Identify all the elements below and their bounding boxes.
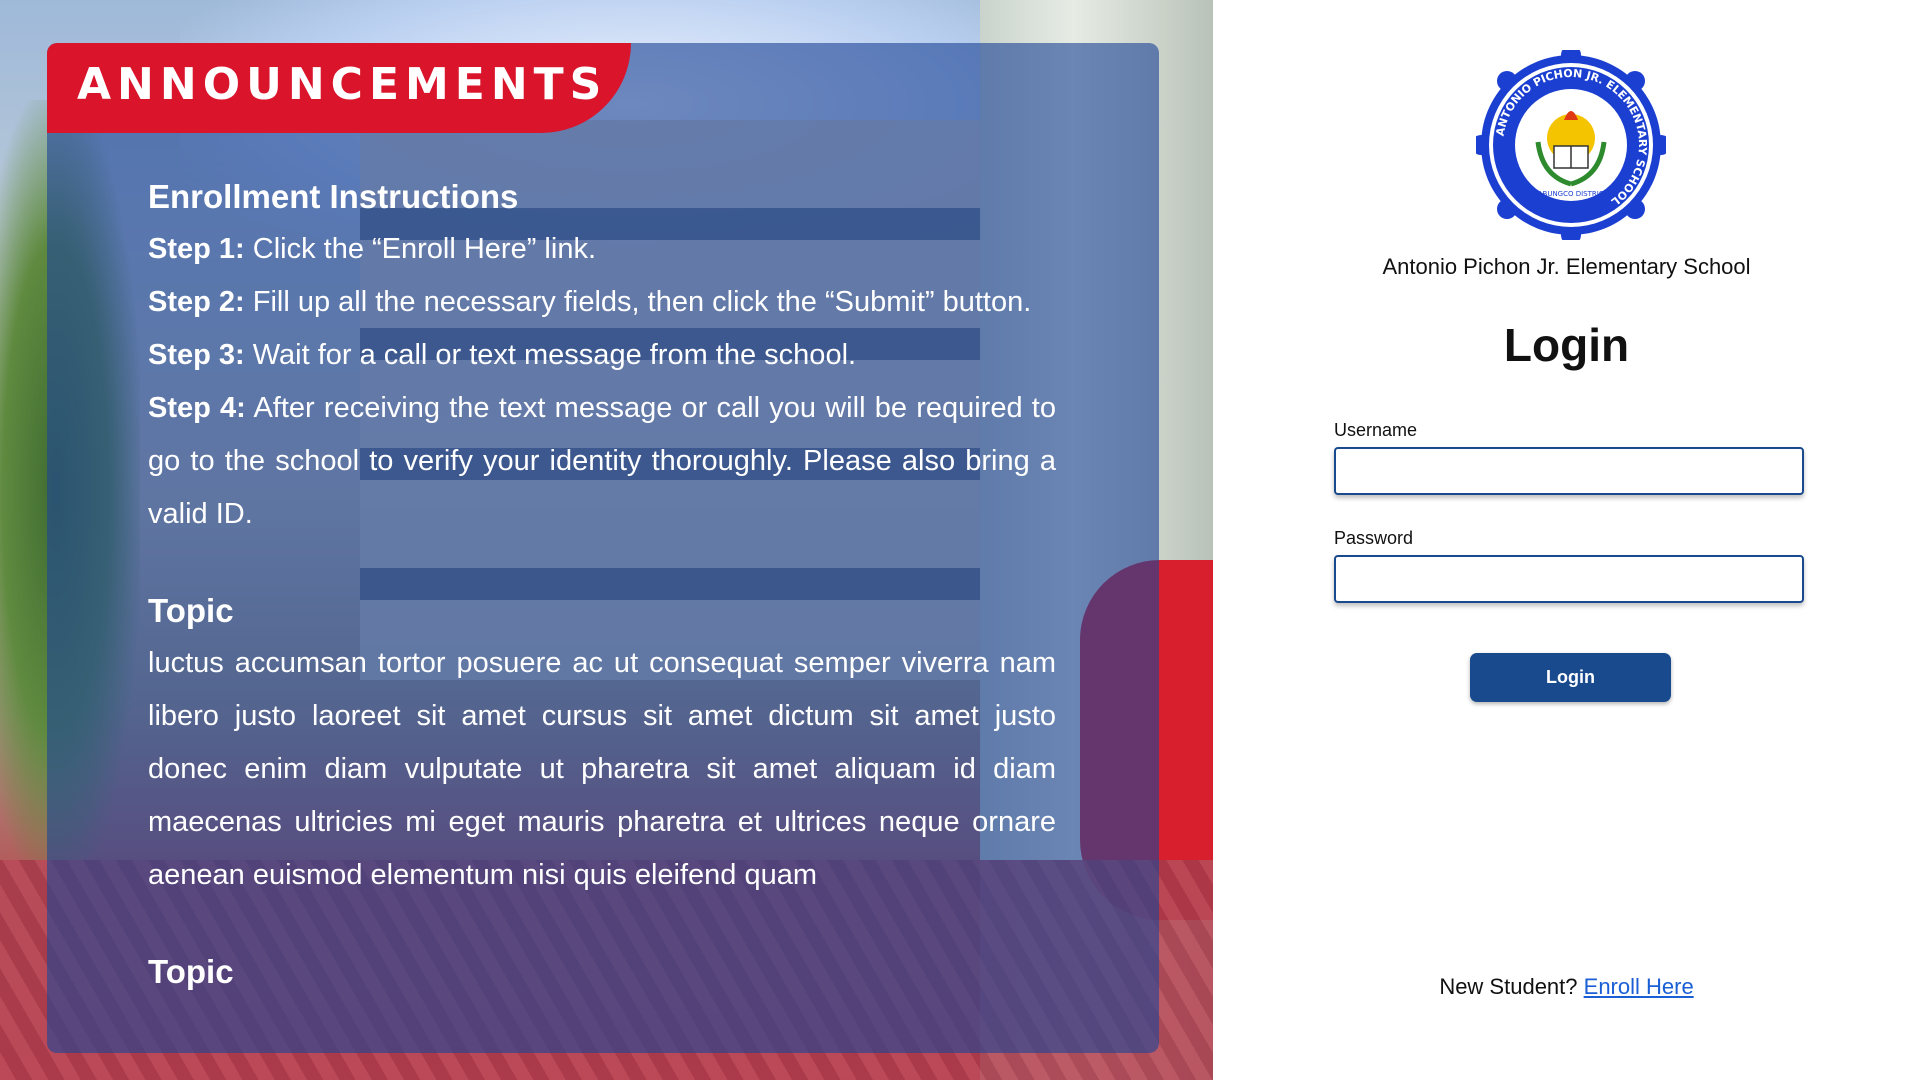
username-input[interactable] [1334, 447, 1804, 495]
password-label: Password [1334, 528, 1414, 548]
step-label: Step 2: [148, 286, 245, 318]
step-label: Step 1: [148, 233, 245, 265]
login-button[interactable]: Login [1470, 653, 1671, 702]
enrollment-step-4: Step 4: After receiving the text message… [148, 382, 1056, 541]
step-text: Click the “Enroll Here” link. [244, 233, 597, 265]
password-input[interactable] [1334, 555, 1804, 603]
enrollment-step-2: Step 2: Fill up all the necessary fields… [148, 276, 1056, 329]
step-text: Fill up all the necessary fields, then c… [244, 286, 1032, 318]
enroll-prompt-line: New Student? Enroll Here [1213, 974, 1920, 1000]
school-seal-icon: ANTONIO PICHON JR. ELEMENTARY SCHOOL TAB… [1471, 45, 1671, 245]
step-text: After receiving the text message or call… [148, 392, 1056, 530]
username-label: Username [1334, 420, 1418, 440]
enrollment-step-1: Step 1: Click the “Enroll Here” link. [148, 223, 1056, 276]
topic-body: luctus accumsan tortor posuere ac ut con… [148, 647, 1056, 891]
step-text: Wait for a call or text message from the… [244, 339, 857, 371]
announcements-title: ANNOUNCEMENTS [77, 59, 608, 110]
announcements-panel: ANNOUNCEMENTS Enrollment Instructions St… [47, 43, 1159, 1053]
enrollment-step-3: Step 3: Wait for a call or text message … [148, 329, 1056, 382]
enrollment-heading: Enrollment Instructions [148, 178, 519, 215]
step-label: Step 4: [148, 392, 246, 424]
announcements-body: Enrollment Instructions Step 1: Click th… [148, 171, 1056, 998]
login-title: Login [1503, 319, 1630, 371]
login-panel: ANTONIO PICHON JR. ELEMENTARY SCHOOL TAB… [1213, 0, 1920, 1080]
seal-district: TABUNGCO DISTRICT [1533, 190, 1609, 198]
school-name: Antonio Pichon Jr. Elementary School [1382, 254, 1751, 279]
announcements-banner: ANNOUNCEMENTS [47, 43, 631, 133]
enroll-prompt: New Student? [1439, 974, 1578, 999]
topic-heading: Topic [148, 953, 234, 990]
topic-heading: Topic [148, 592, 234, 629]
step-label: Step 3: [148, 339, 245, 371]
enroll-here-link[interactable]: Enroll Here [1584, 974, 1694, 999]
school-logo: ANTONIO PICHON JR. ELEMENTARY SCHOOL TAB… [1471, 45, 1671, 245]
